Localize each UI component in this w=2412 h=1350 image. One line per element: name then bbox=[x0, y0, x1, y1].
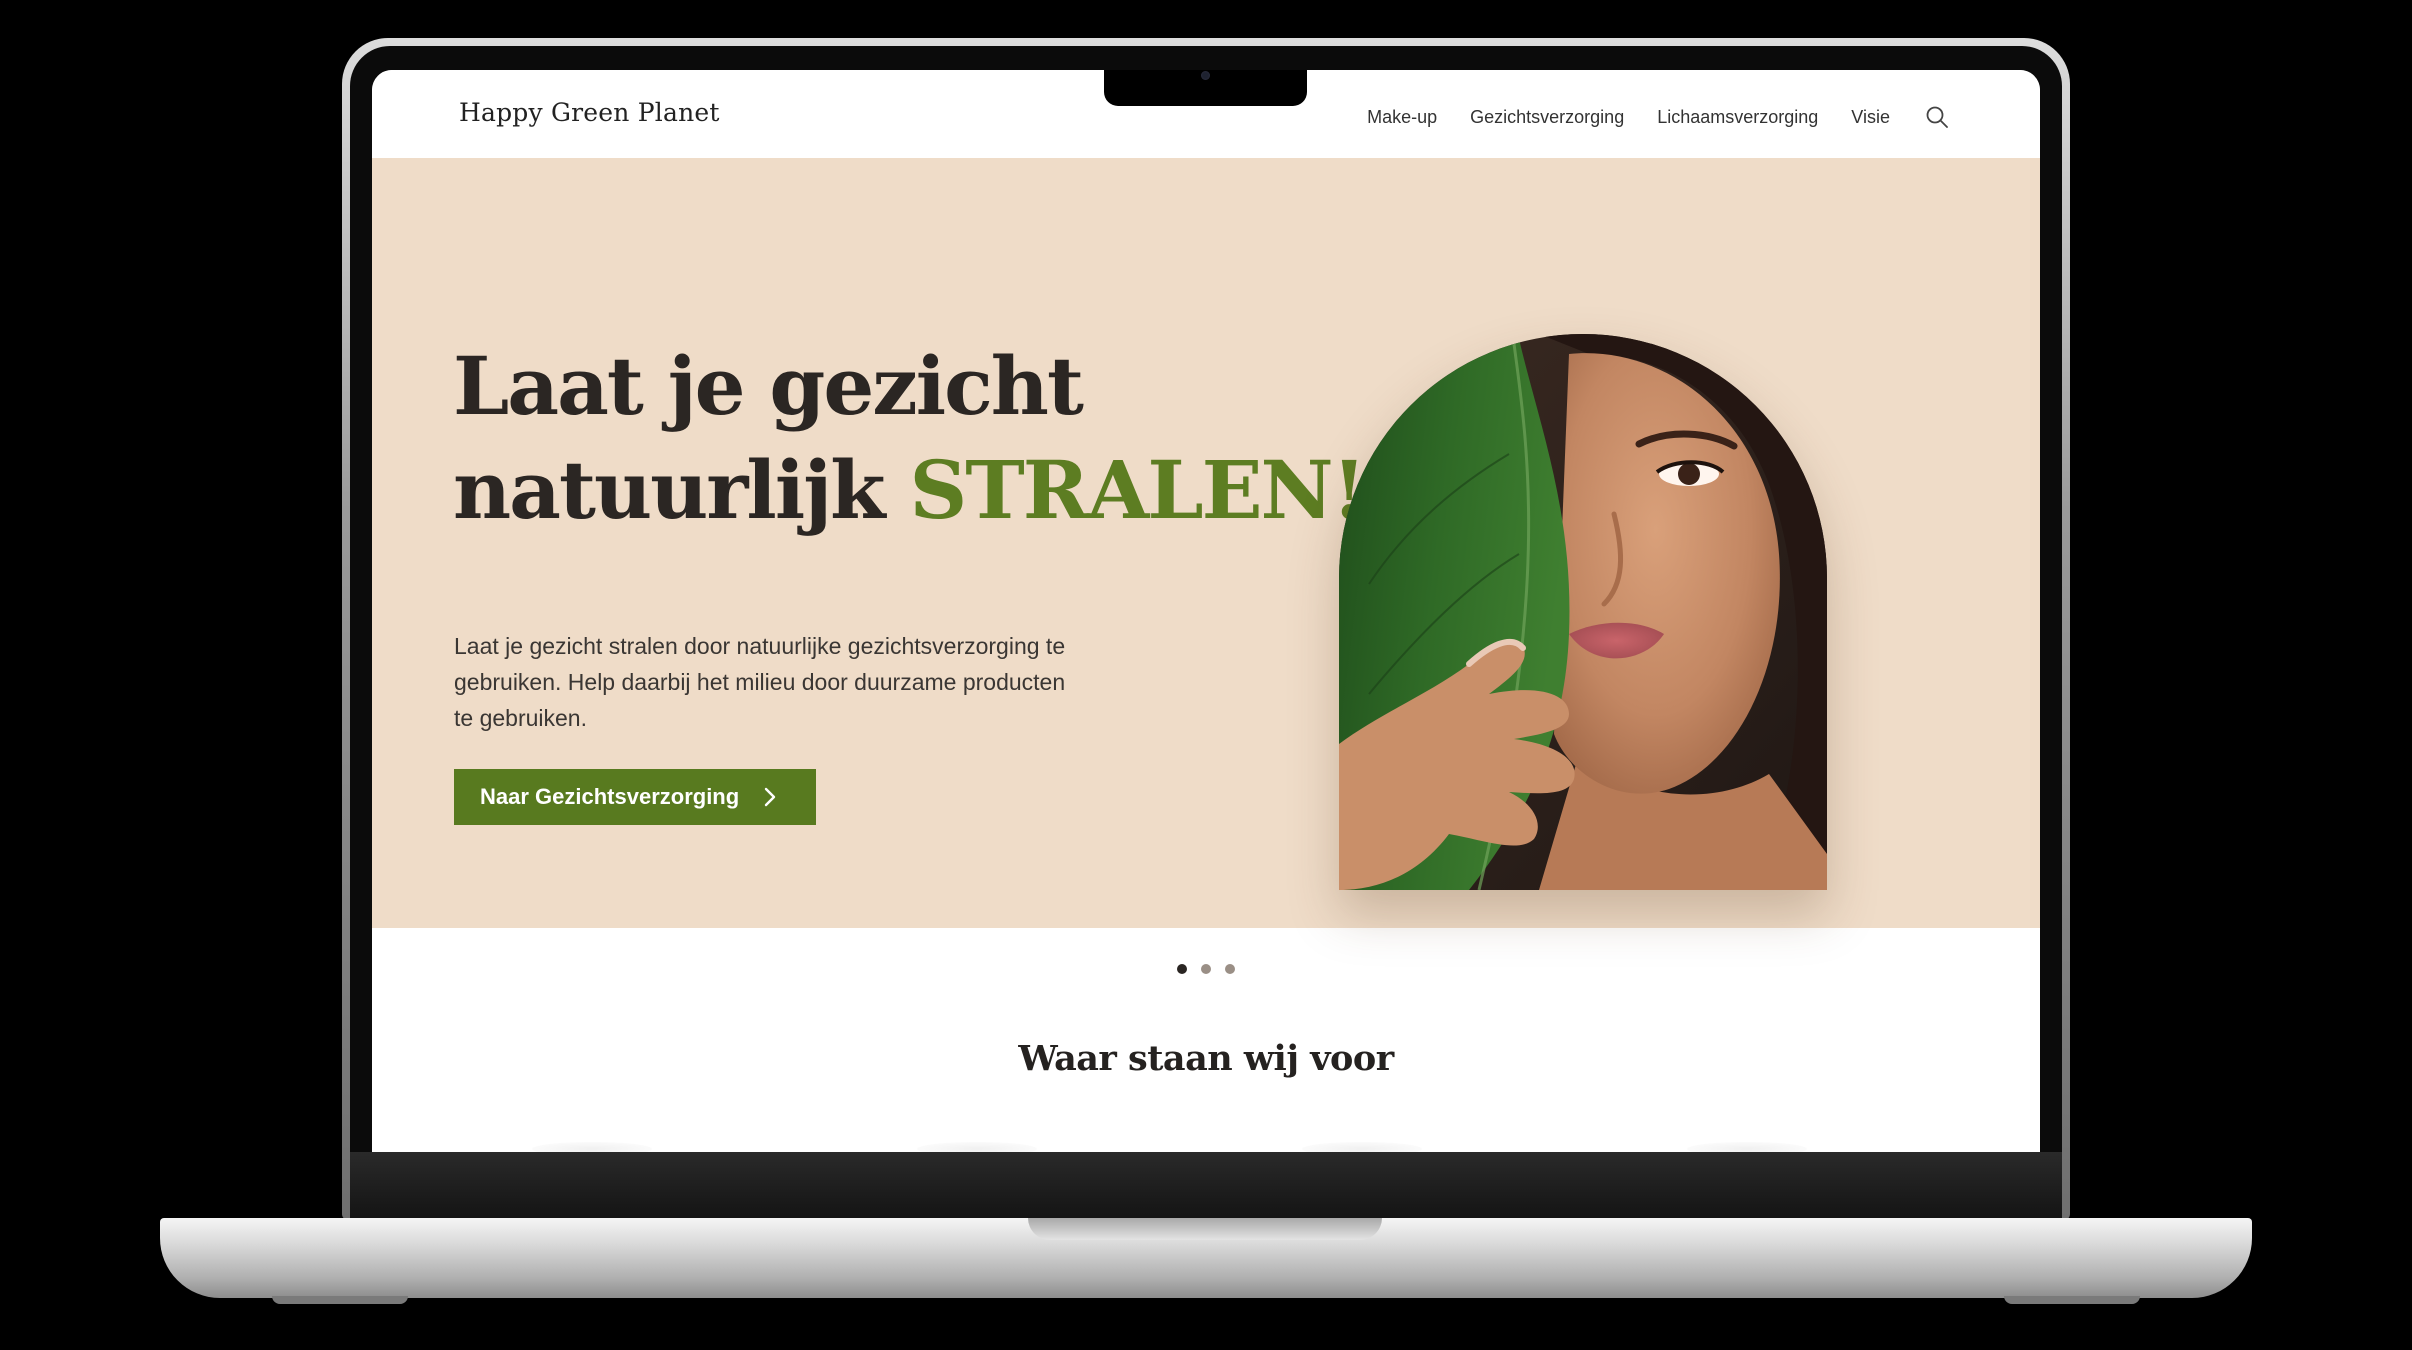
laptop-opening-groove bbox=[1028, 1218, 1382, 1240]
hero-paragraph: Laat je gezicht stralen door natuurlijke… bbox=[454, 633, 1066, 731]
hero-title: Laat je gezicht natuurlijk STRALEN! bbox=[453, 334, 1367, 542]
screen-chin bbox=[350, 1152, 2062, 1218]
card-shadow bbox=[1302, 1142, 1422, 1152]
card-shadow bbox=[532, 1142, 652, 1152]
section-title: Waar staan wij voor bbox=[1018, 1038, 1394, 1079]
search-icon[interactable] bbox=[1924, 104, 1950, 130]
carousel-dot-1[interactable] bbox=[1177, 964, 1187, 974]
portrait-with-leaf-image bbox=[1339, 334, 1827, 890]
camera-icon bbox=[1201, 71, 1210, 80]
laptop-foot-left bbox=[272, 1296, 408, 1304]
hero-section: Laat je gezicht natuurlijk STRALEN! Laat… bbox=[372, 158, 2040, 974]
nav-item-visie[interactable]: Visie bbox=[1851, 107, 1890, 128]
cta-label: Naar Gezichtsverzorging bbox=[480, 784, 740, 809]
cta-gezichtsverzorging-button[interactable]: Naar Gezichtsverzorging bbox=[454, 769, 816, 825]
hero-title-line1: Laat je gezicht bbox=[453, 339, 1084, 433]
hero-image bbox=[1339, 334, 1827, 890]
chevron-right-icon bbox=[764, 787, 776, 807]
carousel-dot-2[interactable] bbox=[1201, 964, 1211, 974]
carousel-indicators bbox=[372, 964, 2040, 974]
browser-viewport: Happy Green Planet Make-up Gezichtsverzo… bbox=[372, 70, 2040, 1152]
card-shadow bbox=[1687, 1142, 1807, 1152]
nav-item-gezichtsverzorging[interactable]: Gezichtsverzorging bbox=[1470, 107, 1624, 128]
laptop-foot-right bbox=[2004, 1296, 2140, 1304]
hero-title-line2: natuurlijk bbox=[453, 443, 886, 537]
nav-item-lichaamsverzorging[interactable]: Lichaamsverzorging bbox=[1657, 107, 1818, 128]
carousel-dot-3[interactable] bbox=[1225, 964, 1235, 974]
card-shadow bbox=[917, 1142, 1037, 1152]
main-nav: Make-up Gezichtsverzorging Lichaamsverzo… bbox=[1334, 104, 1950, 130]
site-logo[interactable]: Happy Green Planet bbox=[459, 98, 720, 127]
nav-item-make-up[interactable]: Make-up bbox=[1367, 107, 1437, 128]
hero-title-accent: STRALEN! bbox=[909, 443, 1366, 537]
